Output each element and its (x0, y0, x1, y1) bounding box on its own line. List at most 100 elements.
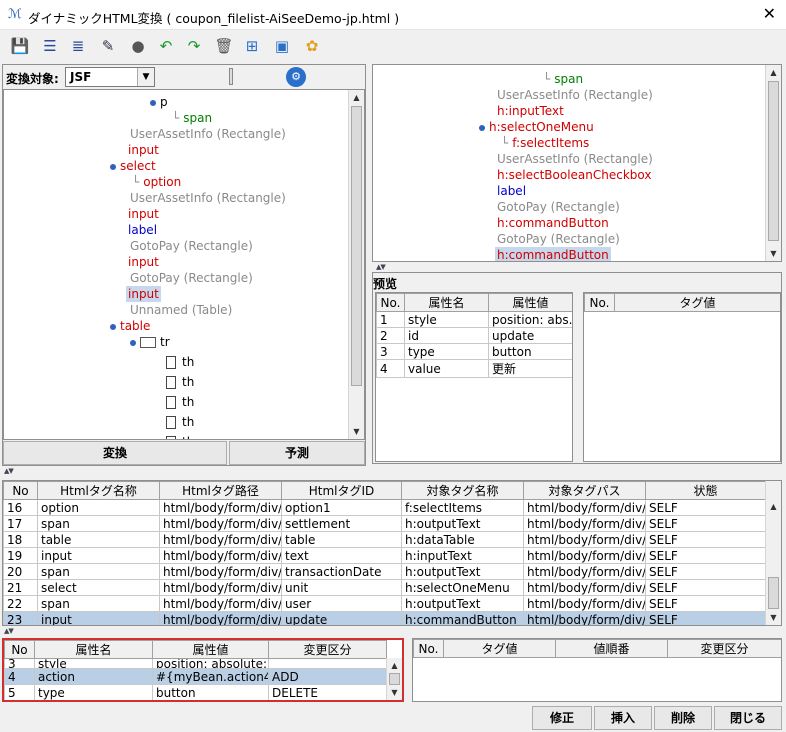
brush-icon[interactable]: ✎ (96, 34, 120, 58)
tree-node[interactable]: th (166, 434, 194, 439)
scroll-thumb[interactable] (768, 81, 779, 241)
split-arrows-icon[interactable]: ▲▼ (4, 467, 14, 475)
col-header[interactable]: 変更区分 (268, 640, 387, 659)
tree-node[interactable]: GotoPay (Rectangle) (497, 199, 620, 215)
tree-node[interactable]: th (166, 414, 194, 430)
col-header[interactable]: No (3, 481, 38, 500)
tree-node[interactable]: th (166, 374, 194, 390)
turtle-icon[interactable]: ● (126, 34, 150, 58)
disk-icon[interactable]: ▣ (270, 34, 294, 58)
tree-node[interactable]: └ span (172, 110, 212, 126)
tree-node[interactable]: h:inputText (497, 103, 564, 119)
table-row[interactable]: 22spanhtml/body/form/div/d...userh:outpu… (3, 595, 766, 612)
tree-node[interactable]: select (110, 158, 156, 174)
save-icon[interactable]: 💾 (8, 34, 32, 58)
tag-edit-table[interactable]: No. タグ値 値順番 変更区分 (412, 638, 782, 702)
table-row-selected[interactable]: 4action#{myBean.action4...ADD (4, 668, 387, 685)
table-scrollbar[interactable]: ▲ ▼ (765, 481, 781, 625)
col-header[interactable]: HtmlタグID (281, 481, 402, 500)
tree-scrollbar[interactable]: ▲ ▼ (348, 90, 364, 439)
scroll-down-icon[interactable]: ▼ (766, 610, 781, 625)
predict-button[interactable]: 予測 (229, 441, 365, 465)
tree-node[interactable]: Unnamed (Table) (130, 302, 232, 318)
col-header[interactable]: No. (413, 639, 444, 658)
tree-node[interactable]: └ f:selectItems (501, 135, 589, 151)
tree-node[interactable]: label (128, 222, 157, 238)
table-row[interactable]: 21selecthtml/body/form/div/d...unith:sel… (3, 579, 766, 596)
table-scrollbar[interactable]: ▲ ▼ (386, 658, 402, 700)
tree-node[interactable]: th (166, 394, 194, 410)
tree-node[interactable]: └ span (543, 71, 583, 87)
wrench-icon[interactable]: ⚙ (286, 67, 306, 87)
tree-node[interactable]: UserAssetInfo (Rectangle) (497, 151, 653, 167)
tree-node[interactable]: h:commandButton (497, 215, 609, 231)
preview-attr-table[interactable]: No. 属性名 属性値 1 style position: abs... 2 id upda… (375, 292, 573, 462)
col-header[interactable]: 属性値 (152, 640, 269, 659)
scroll-up-icon[interactable]: ▲ (766, 499, 781, 514)
tree-node[interactable]: p (150, 94, 168, 110)
tree-node[interactable]: UserAssetInfo (Rectangle) (130, 190, 286, 206)
close-icon[interactable]: ✕ (763, 4, 776, 23)
scroll-up-icon[interactable]: ▲ (349, 90, 364, 105)
scroll-up-icon[interactable]: ▲ (387, 658, 402, 673)
col-header[interactable]: 対象タグパス (523, 481, 646, 500)
modify-button[interactable]: 修正 (532, 706, 592, 730)
tree-node[interactable]: GotoPay (Rectangle) (130, 238, 253, 254)
col-header[interactable]: 対象タグ名称 (401, 481, 524, 500)
insert-button[interactable]: 挿入 (594, 706, 652, 730)
convert-button[interactable]: 変換 (3, 441, 227, 465)
scroll-down-icon[interactable]: ▼ (349, 424, 364, 439)
scroll-up-icon[interactable]: ▲ (766, 65, 781, 80)
table-row[interactable]: 19inputhtml/body/form/div/d...texth:inpu… (3, 547, 766, 564)
tree-node[interactable]: └ option (132, 174, 181, 190)
table-row[interactable]: 4 value 更新 (376, 359, 572, 378)
tree-node-selected[interactable]: h:commandButton (495, 247, 611, 261)
col-header[interactable]: タグ値 (443, 639, 556, 658)
network-icon[interactable]: ⊞ (240, 34, 264, 58)
redo-icon[interactable]: ↷ (182, 34, 206, 58)
delete-button[interactable]: 削除 (654, 706, 712, 730)
col-header[interactable]: No. (376, 293, 405, 312)
scroll-down-icon[interactable]: ▼ (766, 246, 781, 261)
target-select[interactable]: JSF ▼ (65, 67, 155, 87)
col-header[interactable]: 変更区分 (667, 639, 781, 658)
scroll-thumb[interactable] (351, 106, 362, 386)
tree-node[interactable]: UserAssetInfo (Rectangle) (130, 126, 286, 142)
tree-node[interactable]: input (128, 254, 159, 270)
col-header[interactable]: Htmlタグ路径 (159, 481, 282, 500)
tree-node-selected[interactable]: input (126, 286, 161, 302)
table-row-selected[interactable]: 23inputhtml/body/form/div/d...updateh:co… (3, 611, 766, 625)
scroll-thumb[interactable] (768, 577, 779, 609)
preview-tag-table[interactable]: No. タグ値 (583, 292, 781, 462)
col-header[interactable]: 属性名 (404, 293, 489, 312)
split-arrows-icon[interactable]: ▲▼ (4, 627, 14, 635)
split-arrows-icon[interactable]: ▲▼ (376, 263, 386, 271)
table-row[interactable]: 3styleposition: absolute; ... (4, 658, 387, 669)
tree-node[interactable]: GotoPay (Rectangle) (130, 270, 253, 286)
tree-node[interactable]: GotoPay (Rectangle) (497, 231, 620, 247)
undo-icon[interactable]: ↶ (154, 34, 178, 58)
table-row[interactable]: 3 type button (376, 343, 572, 360)
table-row[interactable]: 5 type button DELETE (4, 684, 387, 700)
tree-node[interactable]: label (497, 183, 526, 199)
tree-node[interactable]: table (110, 318, 150, 334)
col-header[interactable]: 値順番 (555, 639, 668, 658)
table-row[interactable]: 17spanhtml/body/form/div/d...settlementh… (3, 515, 766, 532)
col-header[interactable]: 属性値 (488, 293, 572, 312)
tree-node[interactable]: tr (130, 334, 170, 350)
table-row[interactable]: 2 id update (376, 327, 572, 344)
scroll-thumb[interactable] (389, 673, 400, 685)
tree-node[interactable]: input (128, 206, 159, 222)
list-icon[interactable]: ≣ (66, 34, 90, 58)
tree-node[interactable]: h:selectOneMenu (479, 119, 594, 135)
tree-node[interactable]: th (166, 354, 194, 370)
table-row[interactable]: 18tablehtml/body/form/div/d...tableh:dat… (3, 531, 766, 548)
chevron-down-icon[interactable]: ▼ (137, 68, 154, 86)
table-row[interactable]: 20spanhtml/body/form/div/d...transaction… (3, 563, 766, 580)
jsf-tree[interactable]: └ span UserAssetInfo (Rectangle) h:inputT… (372, 64, 782, 262)
col-header[interactable]: 状態 (645, 481, 766, 500)
paw-icon[interactable]: ✿ (300, 34, 324, 58)
trash-icon[interactable]: 🗑 (212, 34, 236, 58)
col-header[interactable]: No (4, 640, 35, 659)
col-header[interactable]: No. (584, 293, 615, 312)
